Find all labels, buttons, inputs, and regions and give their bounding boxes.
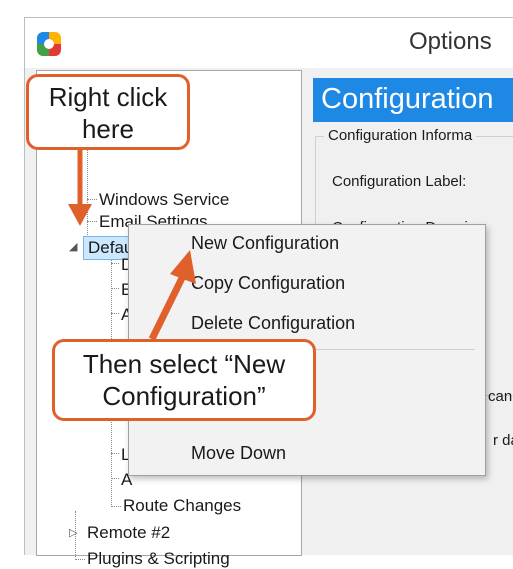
up-arrow-shaft <box>148 274 187 341</box>
tree-connector <box>75 559 85 560</box>
down-arrow-icon <box>68 204 92 226</box>
up-arrow-icon <box>170 250 196 284</box>
annotation-arrows <box>68 150 196 341</box>
